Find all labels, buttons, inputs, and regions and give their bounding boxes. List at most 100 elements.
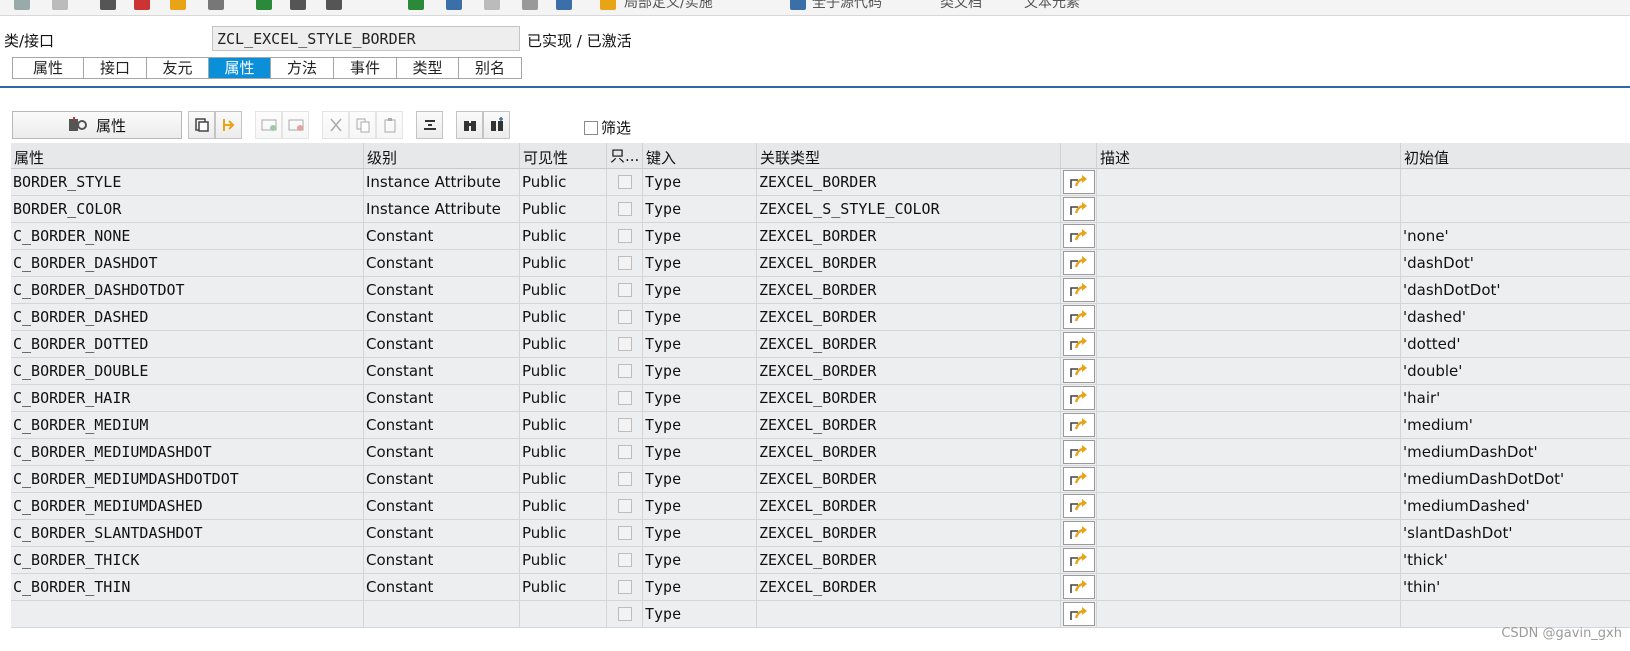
associated-type-cell[interactable]: ZEXCEL_BORDER [757,412,1061,438]
description-cell[interactable] [1097,196,1401,222]
description-cell[interactable] [1097,223,1401,249]
associated-type-cell[interactable]: ZEXCEL_BORDER [757,547,1061,573]
find-next-button[interactable] [483,111,510,139]
attribute-name-cell[interactable]: C_BORDER_SLANTDASHDOT [11,520,364,546]
goto-type-button[interactable] [1062,386,1095,410]
visibility-cell[interactable]: Public [520,331,607,357]
copy-button[interactable] [349,111,376,139]
description-cell[interactable] [1097,385,1401,411]
visibility-cell[interactable]: Public [520,358,607,384]
initial-value-cell[interactable]: 'medium' [1401,412,1630,438]
attribute-name-cell[interactable]: C_BORDER_MEDIUMDASHDOT [11,439,364,465]
visibility-cell[interactable]: Public [520,520,607,546]
attribute-name-cell[interactable]: C_BORDER_THIN [11,574,364,600]
typing-cell[interactable]: Type [643,331,757,357]
attribute-name-cell[interactable]: C_BORDER_MEDIUMDASHED [11,493,364,519]
read-only-checkbox[interactable] [617,472,632,486]
read-only-checkbox[interactable] [617,553,632,567]
col-header-attribute[interactable]: 属性 [11,143,364,168]
level-cell[interactable]: Constant [364,250,520,276]
description-cell[interactable] [1097,250,1401,276]
read-only-checkbox[interactable] [617,391,632,405]
description-cell[interactable] [1097,304,1401,330]
where-used-icon[interactable] [290,0,306,10]
read-only-checkbox[interactable] [617,256,632,270]
level-cell[interactable]: Constant [364,277,520,303]
typing-cell[interactable]: Type [643,412,757,438]
read-only-checkbox[interactable] [617,175,632,189]
typing-cell[interactable]: Type [643,358,757,384]
col-header-initial-value[interactable]: 初始值 [1401,143,1630,168]
read-only-checkbox[interactable] [617,418,632,432]
read-only-checkbox[interactable] [617,283,632,297]
read-only-checkbox[interactable] [617,310,632,324]
initial-value-cell[interactable]: 'mediumDashDotDot' [1401,466,1630,492]
associated-type-cell[interactable]: ZEXCEL_BORDER [757,169,1061,195]
associated-type-cell[interactable]: ZEXCEL_BORDER [757,385,1061,411]
level-cell[interactable]: Constant [364,547,520,573]
goto-type-button[interactable] [1062,575,1095,599]
tab-properties[interactable]: 属性 [13,58,84,78]
table-row[interactable]: C_BORDER_DOUBLE Constant Public Type ZEXCEL_… [11,358,1630,385]
initial-value-cell[interactable]: 'dotted' [1401,331,1630,357]
associated-type-cell[interactable]: ZEXCEL_BORDER [757,466,1061,492]
typing-cell[interactable]: Type [643,196,757,222]
description-cell[interactable] [1097,601,1401,627]
source-code-icon[interactable] [790,0,806,10]
associated-type-cell[interactable]: ZEXCEL_BORDER [757,574,1061,600]
visibility-cell[interactable]: Public [520,277,607,303]
visibility-cell[interactable]: Public [520,169,607,195]
level-cell[interactable]: Constant [364,439,520,465]
initial-value-cell[interactable]: 'thin' [1401,574,1630,600]
read-only-checkbox[interactable] [617,607,632,621]
table-row[interactable]: C_BORDER_DASHDOTDOT Constant Public Type ZEX… [11,277,1630,304]
initial-value-cell[interactable]: 'none' [1401,223,1630,249]
table-row[interactable]: C_BORDER_SLANTDASHDOT Constant Public Type Z… [11,520,1630,547]
description-cell[interactable] [1097,520,1401,546]
export-icon[interactable] [556,0,572,10]
associated-type-cell[interactable]: ZEXCEL_S_STYLE_COLOR [757,196,1061,222]
col-header-readonly[interactable]: 只... [607,143,643,168]
initial-value-cell[interactable]: 'double' [1401,358,1630,384]
table-row[interactable]: Type [11,601,1630,628]
local-definitions-link[interactable]: 局部定义/实施 [624,0,713,12]
initial-value-cell[interactable]: 'slantDashDot' [1401,520,1630,546]
goto-type-button[interactable] [1062,359,1095,383]
goto-type-button[interactable] [1062,197,1095,221]
read-only-checkbox[interactable] [617,445,632,459]
associated-type-cell[interactable]: ZEXCEL_BORDER [757,493,1061,519]
visibility-cell[interactable]: Public [520,574,607,600]
full-source-link[interactable]: 全子源代码 [812,0,882,12]
visibility-cell[interactable]: Public [520,547,607,573]
associated-type-cell[interactable]: ZEXCEL_BORDER [757,250,1061,276]
col-header-description[interactable]: 描述 [1097,143,1401,168]
table-row[interactable]: C_BORDER_MEDIUM Constant Public Type ZEXCEL_… [11,412,1630,439]
visibility-cell[interactable] [520,601,607,627]
typing-cell[interactable]: Type [643,601,757,627]
tab-methods[interactable]: 方法 [271,58,334,78]
attribute-name-cell[interactable]: C_BORDER_HAIR [11,385,364,411]
attribute-name-cell[interactable] [11,601,364,627]
visibility-cell[interactable]: Public [520,223,607,249]
tab-events[interactable]: 事件 [334,58,397,78]
goto-type-button[interactable] [1062,413,1095,437]
cut-button[interactable] [322,111,349,139]
read-only-checkbox[interactable] [617,526,632,540]
typing-cell[interactable]: Type [643,493,757,519]
typing-cell[interactable]: Type [643,169,757,195]
tab-attributes[interactable]: 属性 [209,58,271,78]
level-cell[interactable] [364,601,520,627]
goto-type-button[interactable] [1062,521,1095,545]
associated-type-cell[interactable]: ZEXCEL_BORDER [757,358,1061,384]
table-row[interactable]: C_BORDER_DASHDOT Constant Public Type ZEXCEL… [11,250,1630,277]
attribute-name-cell[interactable]: C_BORDER_DOUBLE [11,358,364,384]
typing-cell[interactable]: Type [643,520,757,546]
description-cell[interactable] [1097,547,1401,573]
paste-button[interactable] [376,111,403,139]
visibility-cell[interactable]: Public [520,439,607,465]
associated-type-cell[interactable]: ZEXCEL_BORDER [757,520,1061,546]
description-cell[interactable] [1097,331,1401,357]
goto-type-button[interactable] [1062,467,1095,491]
description-cell[interactable] [1097,412,1401,438]
description-cell[interactable] [1097,439,1401,465]
